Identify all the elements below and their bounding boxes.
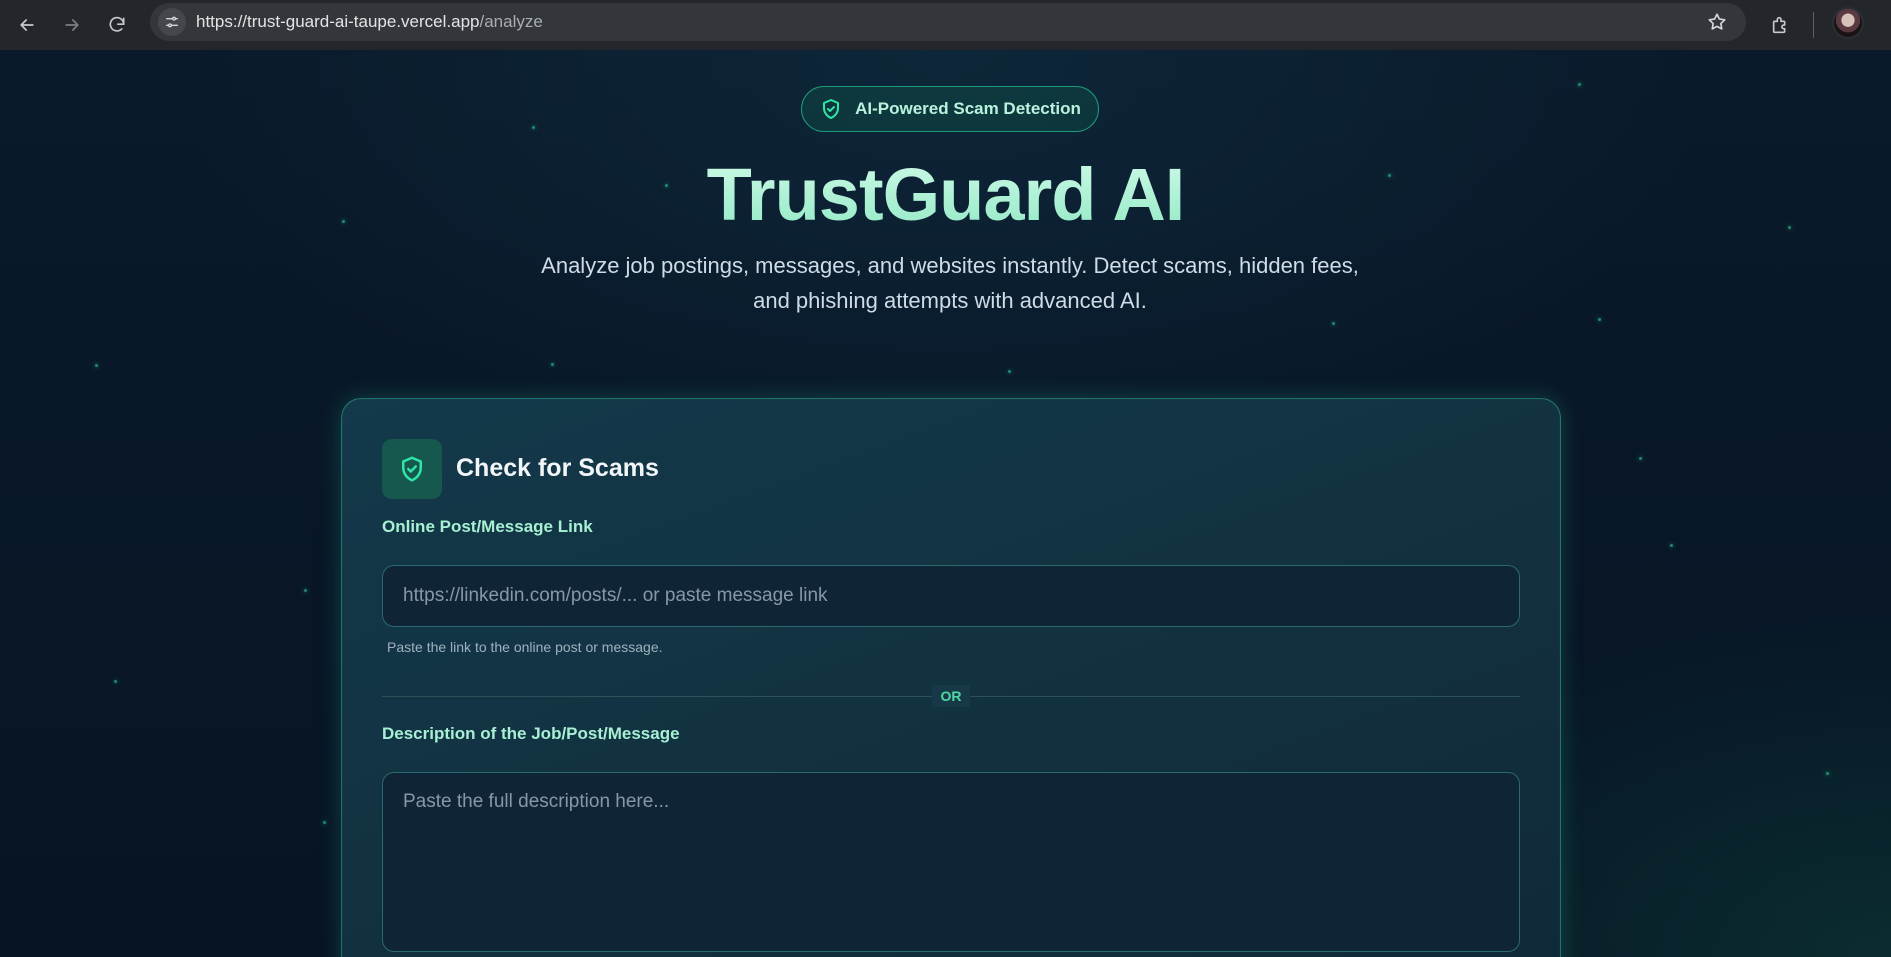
background-star	[1332, 322, 1335, 325]
url-text: https://trust-guard-ai-taupe.vercel.app/…	[196, 12, 543, 32]
address-bar[interactable]: https://trust-guard-ai-taupe.vercel.app/…	[150, 3, 1746, 41]
description-textarea[interactable]	[382, 772, 1520, 952]
reload-button[interactable]	[100, 8, 134, 42]
page-content: AI-Powered Scam Detection TrustGuard AI …	[0, 50, 1891, 957]
divider-or-text: OR	[932, 685, 970, 707]
tune-icon	[166, 16, 178, 28]
profile-avatar[interactable]	[1832, 7, 1864, 39]
background-star	[1639, 457, 1642, 460]
card-title: Check for Scams	[456, 454, 659, 482]
back-button[interactable]	[10, 8, 44, 42]
background-star	[1826, 772, 1829, 775]
shield-check-icon	[402, 456, 422, 482]
background-star	[1008, 370, 1011, 373]
scam-check-card: Check for Scams Online Post/Message Link…	[341, 398, 1561, 957]
site-info-button[interactable]	[158, 8, 186, 36]
star-icon[interactable]	[1706, 11, 1728, 33]
arrow-left-icon	[20, 19, 34, 31]
puzzle-icon	[1772, 16, 1786, 34]
background-star	[532, 126, 535, 129]
link-help-text: Paste the link to the online post or mes…	[387, 639, 663, 655]
background-star	[551, 363, 554, 366]
description-field-label: Description of the Job/Post/Message	[382, 724, 680, 743]
link-field-label: Online Post/Message Link	[382, 517, 593, 536]
background-star	[114, 680, 117, 683]
link-input[interactable]	[382, 565, 1520, 627]
background-star	[95, 364, 98, 367]
url-host: https://trust-guard-ai-taupe.vercel.app	[196, 12, 480, 31]
background-star	[304, 589, 307, 592]
shield-check-icon	[823, 99, 840, 119]
forward-button[interactable]	[55, 8, 89, 42]
toolbar-separator	[1813, 12, 1814, 38]
background-star	[1670, 544, 1673, 547]
badge-text: AI-Powered Scam Detection	[855, 99, 1081, 118]
arrow-right-icon	[65, 19, 79, 31]
reload-icon	[109, 16, 125, 32]
extensions-button[interactable]	[1764, 8, 1798, 42]
ai-badge: AI-Powered Scam Detection	[801, 86, 1099, 132]
background-star	[1578, 83, 1581, 86]
browser-toolbar: https://trust-guard-ai-taupe.vercel.app/…	[0, 0, 1891, 50]
background-star	[1598, 318, 1601, 321]
page-title: TrustGuard AI	[0, 150, 1891, 240]
card-icon-box	[382, 439, 442, 499]
url-path: /analyze	[479, 12, 543, 31]
page-subtitle: Analyze job postings, messages, and webs…	[541, 253, 1359, 313]
background-star	[323, 821, 326, 824]
